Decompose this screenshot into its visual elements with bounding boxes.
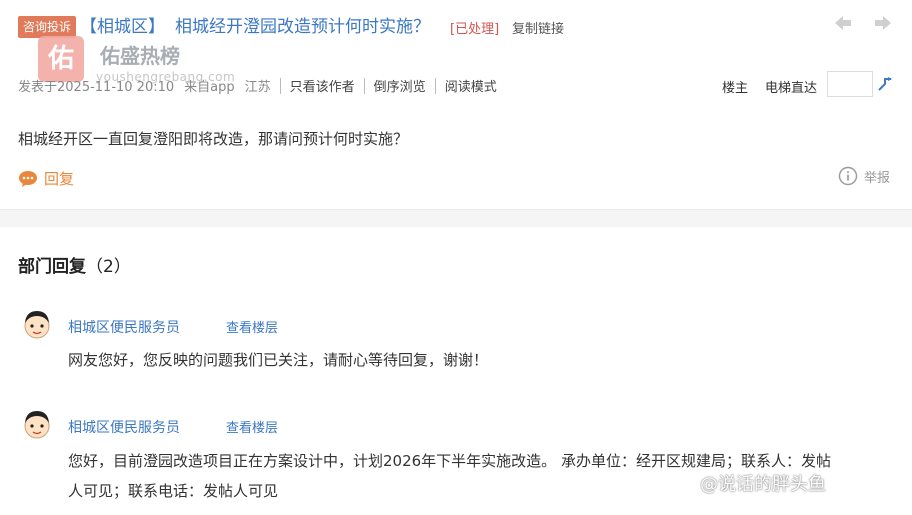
reply-text: 网友您好，您反映的问题我们已关注，请耐心等待回复，谢谢！: [68, 351, 489, 369]
report-label: 举报: [864, 170, 891, 186]
bottom-watermark: @说话的胖头鱼: [700, 474, 826, 495]
view-floor-link[interactable]: 查看楼层: [226, 417, 278, 436]
copy-link-button[interactable]: 复制链接: [512, 18, 564, 37]
info-icon: [838, 166, 858, 186]
divider: [279, 77, 281, 94]
area-link[interactable]: 【相城区】: [80, 17, 165, 37]
section-title-text: 部门回复: [18, 257, 86, 277]
reply-author[interactable]: 相城区便民服务员: [68, 417, 180, 437]
reply-count: （2）: [86, 257, 131, 277]
comment-bubble-icon: [19, 170, 37, 187]
avatar: [20, 307, 54, 341]
post-source: 来自app: [184, 80, 235, 95]
reply-button[interactable]: 回复: [18, 168, 74, 189]
read-mode-link[interactable]: 阅读模式: [445, 76, 497, 95]
elevator-label: 电梯直达: [765, 81, 818, 96]
reply-author[interactable]: 相城区便民服务员: [68, 317, 180, 337]
divider: [363, 77, 365, 94]
category-badge: 咨询投诉: [18, 16, 77, 38]
divider: [434, 77, 436, 94]
post-region: 江苏: [244, 80, 271, 95]
reply-label: 回复: [44, 170, 75, 188]
watermark-text: 佑盛热榜: [100, 44, 180, 68]
section-divider: [0, 209, 912, 227]
post-meta-row: 发表于2025-11-10 20:10 来自app 江苏 只看该作者 倒序浏览 …: [18, 76, 497, 95]
avatar: [20, 407, 54, 441]
reply-text-line-2: 人可见；联系电话：发帖人可见: [68, 482, 279, 500]
floor-jump-input[interactable]: [827, 71, 873, 97]
floor-jump-go-icon[interactable]: [876, 75, 894, 93]
only-author-link[interactable]: 只看该作者: [290, 76, 355, 95]
report-button[interactable]: 举报: [838, 166, 890, 186]
floor-owner-label: 楼主: [722, 81, 749, 96]
post-title-row: 【相城区】 相城经开澄园改造预计何时实施？: [80, 14, 430, 40]
prev-post-arrow-icon[interactable]: [832, 12, 854, 34]
department-replies-title: 部门回复（2）: [18, 252, 131, 277]
post-title: 相城经开澄园改造预计何时实施？: [175, 17, 430, 37]
view-floor-link[interactable]: 查看楼层: [226, 317, 278, 336]
post-date: 发表于2025-11-10 20:10: [18, 80, 175, 95]
question-text: 相城经开区一直回复澄阳即将改造，那请问预计何时实施？: [18, 130, 409, 148]
status-badge: [已处理]: [450, 22, 500, 37]
next-post-arrow-icon[interactable]: [872, 12, 894, 34]
reverse-browse-link[interactable]: 倒序浏览: [374, 76, 426, 95]
